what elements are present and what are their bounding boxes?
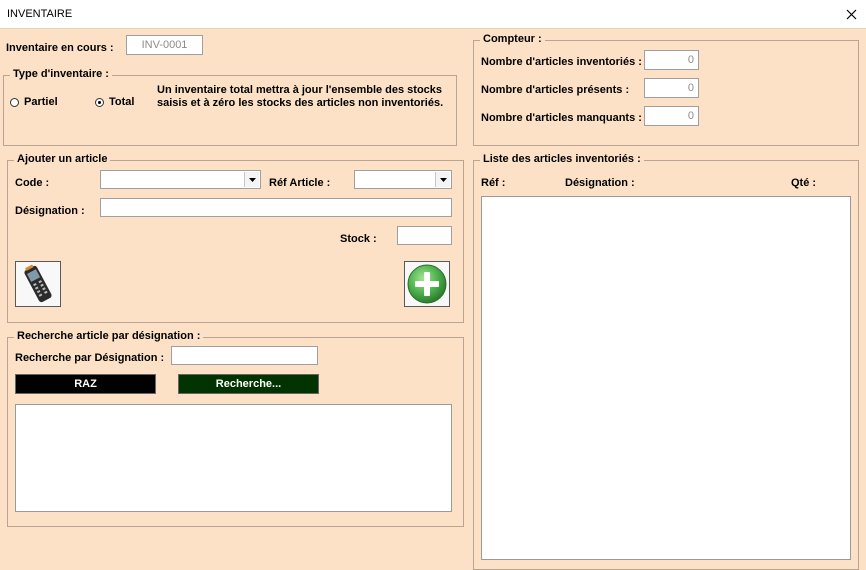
inventoried-count-label: Nombre d'articles inventoriés : (481, 56, 642, 68)
chevron-down-icon (248, 177, 256, 182)
inventory-number-field[interactable]: INV-0001 (126, 35, 203, 55)
plus-circle-icon (407, 264, 447, 304)
search-results-list[interactable] (15, 404, 452, 512)
stock-field[interactable] (397, 226, 452, 245)
designation-label: Désignation : (15, 205, 85, 217)
inventory-label: Inventaire en cours : (6, 42, 114, 54)
chevron-down-icon (439, 177, 447, 182)
col-ref-header: Réf : (481, 177, 506, 189)
radio-total-label: Total (109, 96, 135, 108)
add-article-title: Ajouter un article (14, 153, 111, 165)
search-button[interactable]: Recherche... (178, 374, 319, 394)
inventoried-count-field: 0 (644, 50, 699, 70)
code-combobox[interactable] (100, 170, 261, 189)
barcode-scanner-icon (24, 264, 52, 303)
radio-partial-label: Partiel (24, 96, 58, 108)
designation-field[interactable] (100, 198, 452, 217)
info-line-1: Un inventaire total mettra à jour l'ense… (157, 84, 443, 96)
missing-count-label: Nombre d'articles manquants : (481, 112, 642, 124)
title-bar: INVENTAIRE (0, 0, 866, 29)
col-qty-header: Qté : (791, 177, 817, 189)
stock-label: Stock : (340, 233, 377, 245)
scanner-button[interactable] (15, 261, 61, 307)
missing-count-field: 0 (644, 106, 699, 126)
search-input[interactable] (171, 346, 318, 365)
inventory-type-info: Un inventaire total mettra à jour l'ense… (157, 84, 443, 110)
ref-article-label: Réf Article : (269, 177, 331, 189)
close-button[interactable] (840, 4, 862, 24)
add-article-button[interactable] (404, 261, 450, 307)
inventoried-articles-list[interactable] (481, 196, 851, 560)
col-designation-header: Désignation : (565, 177, 635, 189)
ref-dropdown-button[interactable] (435, 172, 450, 187)
close-icon (846, 9, 856, 19)
search-label: Recherche par Désignation : (15, 352, 165, 364)
radio-partial-button[interactable] (10, 97, 19, 107)
radio-total-button[interactable] (95, 97, 104, 107)
radio-partial[interactable]: Partiel (10, 96, 58, 108)
search-title: Recherche article par désignation : (14, 330, 204, 342)
code-label: Code : (15, 177, 50, 189)
inventoried-list-title: Liste des articles inventoriés : (480, 153, 644, 165)
present-count-label: Nombre d'articles présents : (481, 84, 630, 96)
code-dropdown-button[interactable] (244, 172, 259, 187)
raz-button[interactable]: RAZ (15, 374, 156, 394)
ref-article-combobox[interactable] (354, 170, 452, 189)
info-line-2: saisis et à zéro les stocks des articles… (157, 97, 444, 109)
inventory-type-title: Type d'inventaire : (10, 68, 112, 80)
window-title: INVENTAIRE (7, 8, 73, 20)
counter-title: Compteur : (480, 33, 545, 45)
present-count-field: 0 (644, 78, 699, 98)
radio-total[interactable]: Total (95, 96, 134, 108)
